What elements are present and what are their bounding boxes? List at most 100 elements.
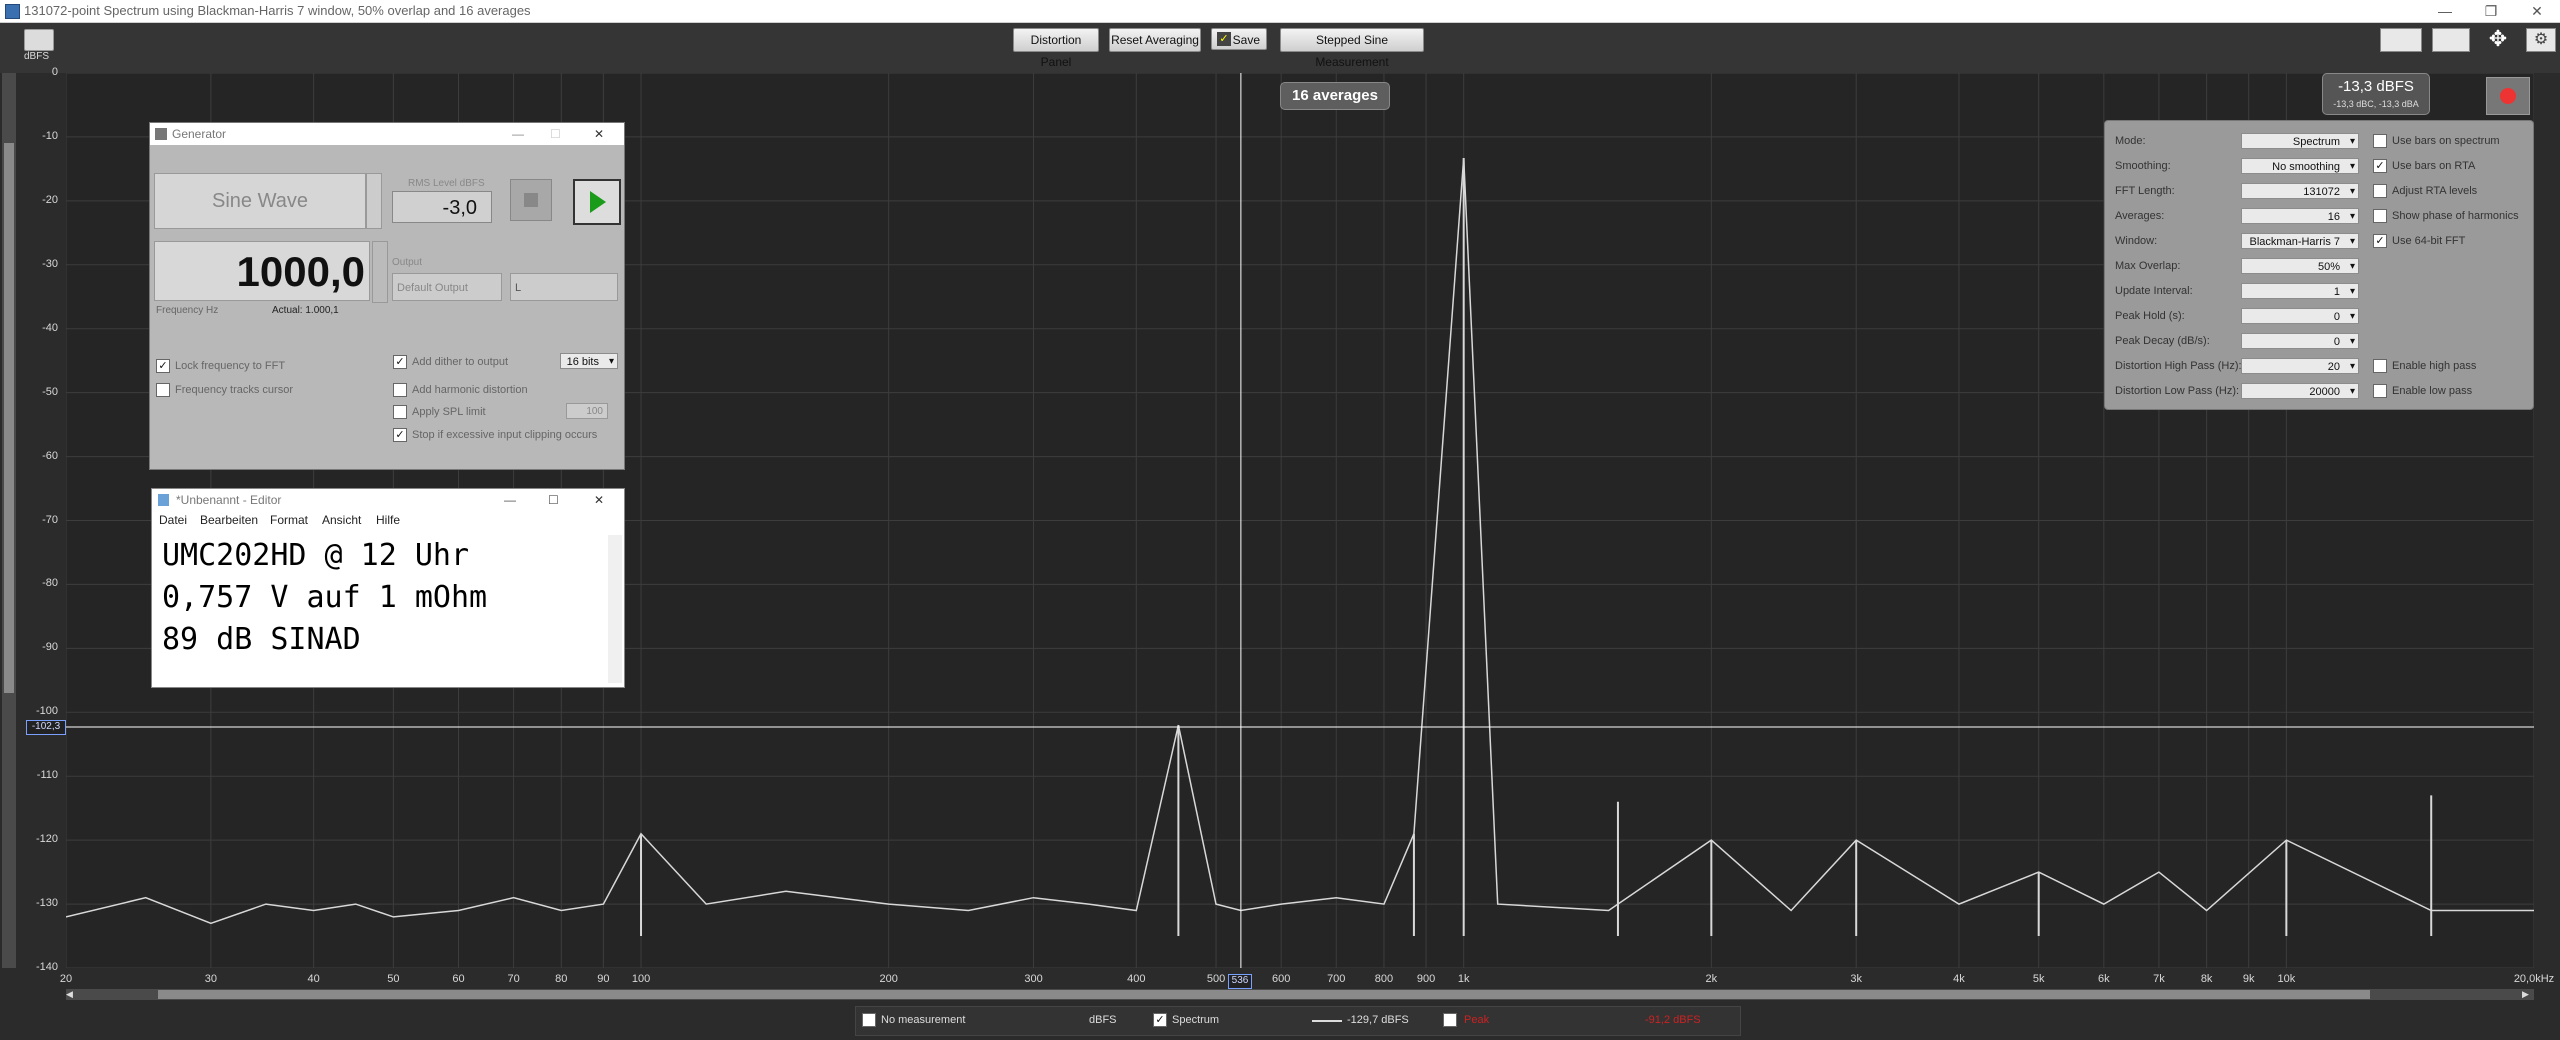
x-tick-label: 80 — [555, 973, 568, 985]
setting-label: Distortion High Pass (Hz): — [2115, 360, 2242, 372]
channel-select[interactable]: L — [510, 273, 618, 301]
rms-level-label: RMS Level dBFS — [408, 178, 485, 189]
rms-level-input[interactable]: -3,0 — [392, 191, 492, 223]
setting-select[interactable]: 16 — [2241, 208, 2359, 225]
stop-button[interactable] — [510, 179, 552, 221]
cursor-level-label: -102,3 — [26, 720, 66, 735]
setting-checkbox[interactable]: ✓ — [2373, 234, 2387, 248]
setting-checkbox[interactable] — [2373, 134, 2387, 148]
menu-datei[interactable]: Datei — [159, 513, 187, 527]
setting-select[interactable]: No smoothing — [2241, 158, 2359, 175]
frequency-spinner[interactable] — [372, 241, 388, 303]
window-title: 131072-point Spectrum using Blackman-Har… — [24, 3, 531, 18]
y-tick-label: -40 — [42, 321, 58, 334]
frequency-input[interactable]: 1000,0 — [154, 241, 370, 301]
generator-maximize-button[interactable]: ☐ — [550, 123, 561, 145]
settings-panel: Mode: Spectrum Smoothing: No smoothing FFT L… — [2104, 120, 2534, 410]
enable-high-pass-checkbox[interactable] — [2373, 359, 2387, 373]
x-tick-label: 7k — [2153, 973, 2165, 985]
editor-close-button[interactable]: ✕ — [594, 489, 604, 511]
level-readout: -13,3 dBFS -13,3 dBC, -13,3 dBA — [2322, 73, 2430, 115]
setting-checkbox-label: Show phase of harmonics — [2392, 210, 2519, 222]
setting-select[interactable]: Blackman-Harris 7 — [2241, 233, 2359, 250]
reset-averaging-button[interactable]: Reset Averaging — [1109, 28, 1201, 52]
save-icon: ✓ — [1217, 32, 1231, 46]
x-tick-label: 6k — [2098, 973, 2110, 985]
columns-icon[interactable] — [2432, 28, 2470, 52]
vertical-scroll-thumb[interactable] — [4, 143, 14, 693]
menu-format[interactable]: Format — [270, 513, 308, 527]
menu-hilfe[interactable]: Hilfe — [376, 513, 400, 527]
editor-maximize-button[interactable]: ☐ — [548, 489, 559, 511]
setting-select[interactable]: Spectrum — [2241, 133, 2359, 150]
stepped-sine-button[interactable]: Stepped Sine Measurement — [1280, 28, 1424, 69]
close-button[interactable]: ✕ — [2514, 0, 2560, 22]
gear-icon[interactable]: ⚙ — [2526, 28, 2556, 52]
setting-checkbox[interactable]: ✓ — [2373, 159, 2387, 173]
setting-checkbox[interactable] — [2373, 209, 2387, 223]
apply-spl-checkbox[interactable] — [393, 405, 407, 419]
generator-title-bar: Generator — ☐ ✕ — [150, 123, 624, 145]
play-button[interactable] — [573, 179, 621, 225]
vertical-scrollbar[interactable] — [2, 73, 16, 968]
enable-low-pass-label: Enable low pass — [2392, 385, 2473, 397]
editor-minimize-button[interactable]: — — [504, 489, 516, 511]
setting-select[interactable]: 20000 — [2241, 383, 2359, 400]
minimize-button[interactable]: — — [2422, 0, 2468, 22]
spl-limit-input[interactable]: 100 — [566, 403, 608, 419]
distortion-panel-button[interactable]: Distortion Panel — [1013, 28, 1099, 69]
legend-unit: dBFS — [1089, 1014, 1117, 1026]
restore-button[interactable]: ❐ — [2468, 0, 2514, 22]
spectrum-checkbox[interactable]: ✓ — [1153, 1013, 1167, 1027]
lock-frequency-checkbox[interactable]: ✓ — [156, 359, 170, 373]
editor-line: 0,757 V auf 1 mOhm — [162, 580, 488, 615]
dither-bits-select[interactable]: 16 bits — [560, 353, 618, 370]
y-tick-label: -100 — [35, 705, 58, 718]
no-measurement-checkbox[interactable] — [862, 1013, 876, 1027]
layout-icon[interactable] — [2380, 28, 2422, 52]
setting-checkbox[interactable] — [2373, 184, 2387, 198]
generator-minimize-button[interactable]: — — [512, 123, 524, 145]
generator-close-button[interactable]: ✕ — [594, 123, 604, 145]
frequency-label: Frequency Hz — [156, 305, 219, 316]
x-tick-label: 800 — [1374, 973, 1394, 985]
waveform-dropdown-arrow[interactable] — [366, 173, 382, 229]
setting-select[interactable]: 0 — [2241, 308, 2359, 325]
waveform-select[interactable]: Sine Wave — [154, 173, 366, 229]
setting-select[interactable]: 131072 — [2241, 183, 2359, 200]
stop-clipping-checkbox[interactable]: ✓ — [393, 428, 407, 442]
menu-ansicht[interactable]: Ansicht — [322, 513, 361, 527]
x-tick-label: 100 — [631, 973, 651, 985]
menu-bearbeiten[interactable]: Bearbeiten — [200, 513, 258, 527]
spectrum-line-swatch — [1312, 1020, 1342, 1022]
lock-frequency-label: Lock frequency to FFT — [175, 360, 286, 372]
x-tick-label: 8k — [2200, 973, 2213, 985]
record-button[interactable] — [2486, 77, 2530, 115]
camera-icon[interactable] — [24, 29, 54, 51]
editor-window: *Unbenannt - Editor — ☐ ✕ Datei Bearbeit… — [151, 488, 625, 688]
setting-select[interactable]: 50% — [2241, 258, 2359, 275]
frequency-tracks-checkbox[interactable] — [156, 383, 170, 397]
editor-text-area[interactable]: UMC202HD @ 12 Uhr 0,757 V auf 1 mOhm 89 … — [152, 535, 608, 687]
enable-low-pass-checkbox[interactable] — [2373, 384, 2387, 398]
setting-select[interactable]: 20 — [2241, 358, 2359, 375]
harmonic-distortion-checkbox[interactable] — [393, 383, 407, 397]
y-tick-label: -140 — [35, 961, 58, 973]
horizontal-scrollbar[interactable]: ◀ ▶ — [66, 989, 2534, 1000]
expand-arrows-icon[interactable]: ✥ — [2480, 28, 2516, 50]
x-tick-label: 600 — [1271, 973, 1291, 985]
editor-line: UMC202HD @ 12 Uhr — [162, 538, 470, 573]
peak-checkbox[interactable] — [1443, 1013, 1457, 1027]
add-dither-checkbox[interactable]: ✓ — [393, 355, 407, 369]
scroll-right-icon[interactable]: ▶ — [2522, 990, 2532, 999]
x-tick-label: 30 — [204, 973, 217, 985]
save-button[interactable]: ✓ Save — [1211, 28, 1267, 50]
y-tick-label: 0 — [51, 66, 58, 78]
setting-select[interactable]: 0 — [2241, 333, 2359, 350]
stop-icon — [524, 193, 538, 207]
editor-scrollbar[interactable] — [608, 535, 622, 683]
scroll-left-icon[interactable]: ◀ — [66, 990, 76, 999]
output-device-select[interactable]: Default Output — [392, 273, 502, 301]
horizontal-scroll-thumb[interactable] — [158, 990, 2370, 999]
setting-select[interactable]: 1 — [2241, 283, 2359, 300]
